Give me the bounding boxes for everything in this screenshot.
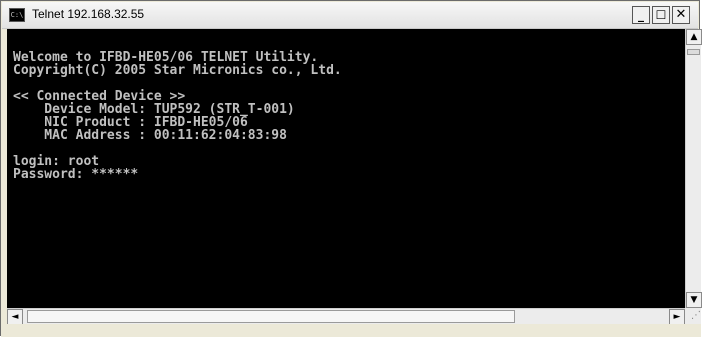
telnet-window: C:\ Telnet 192.168.32.55 _ ☐ ✕ Welcome t… — [0, 0, 702, 337]
console-icon[interactable]: C:\ — [9, 8, 25, 22]
close-button[interactable]: ✕ — [672, 6, 690, 24]
window-bottom-border — [1, 324, 701, 337]
terminal-line: MAC Address : 00:11:62:04:83:98 — [13, 128, 287, 143]
terminal-output: Welcome to IFBD-HE05/06 TELNET Utility. … — [13, 51, 342, 181]
vertical-scrollbar[interactable]: ▲ ▼ — [685, 29, 702, 308]
scroll-right-icon[interactable]: ► — [669, 309, 685, 325]
horizontal-scrollbar[interactable]: ◄ ► — [7, 308, 685, 325]
title-bar[interactable]: C:\ Telnet 192.168.32.55 _ ☐ ✕ — [2, 2, 698, 29]
maximize-button[interactable]: ☐ — [652, 6, 670, 24]
vertical-scroll-thumb[interactable] — [687, 49, 700, 55]
minimize-button[interactable]: _ — [632, 6, 650, 24]
terminal-area[interactable]: Welcome to IFBD-HE05/06 TELNET Utility. … — [7, 29, 685, 308]
terminal-line: Password: ****** — [13, 167, 139, 182]
terminal-line: Copyright(C) 2005 Star Micronics co., Lt… — [13, 63, 342, 78]
scroll-left-icon[interactable]: ◄ — [7, 309, 23, 325]
horizontal-scroll-thumb[interactable] — [27, 310, 515, 323]
scroll-down-icon[interactable]: ▼ — [686, 292, 702, 308]
resize-grip-icon[interactable]: ⋰ — [685, 308, 701, 324]
scroll-up-icon[interactable]: ▲ — [686, 29, 702, 45]
window-title: Telnet 192.168.32.55 — [32, 7, 145, 21]
